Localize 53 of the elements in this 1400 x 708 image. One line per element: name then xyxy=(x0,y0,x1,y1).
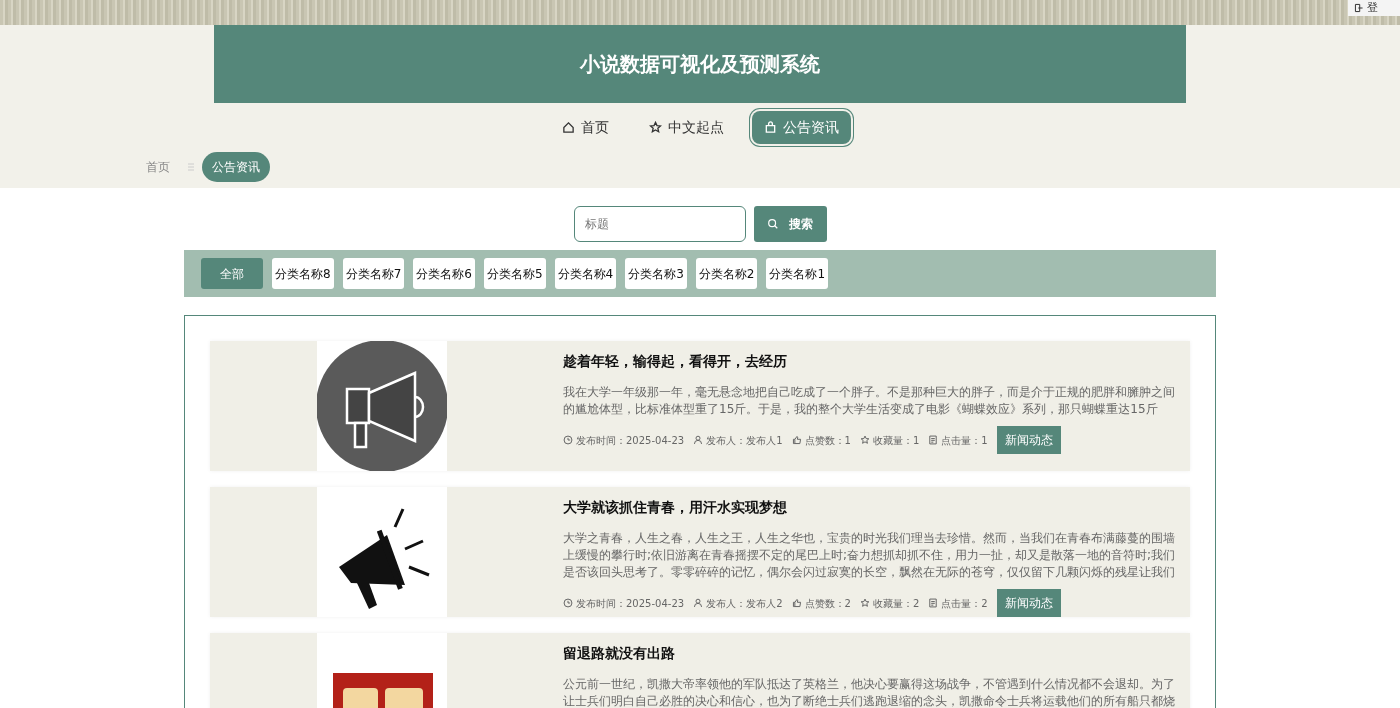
user-icon xyxy=(693,598,704,608)
user-icon xyxy=(693,435,704,445)
bag-icon xyxy=(763,121,777,134)
star-icon xyxy=(859,435,870,445)
login-button[interactable]: 登 xyxy=(1348,0,1400,16)
news-card[interactable] xyxy=(210,487,1190,617)
site-header: 小说数据可视化及预测系统 xyxy=(214,25,1186,103)
category-tab[interactable]: 全部 xyxy=(201,258,263,289)
meta-text: 点击量：1 xyxy=(941,433,988,448)
document-icon xyxy=(928,598,939,608)
category-tag: 新闻动态 xyxy=(996,589,1061,617)
clock-icon xyxy=(563,598,573,608)
search-button[interactable]: 搜索 xyxy=(753,206,827,242)
thumbs-up-icon xyxy=(791,598,802,608)
news-summary: 大学之青春，人生之春，人生之王，人生之华也，宝贵的时光我们理当去珍惜。然而，当我们在青春布满藤蔓的围墙上缓慢的攀行时;依旧游离在青春摇摆不定的尾巴上时;奋力想抓却抓不住，用力一扯，却又是散落一地的音符时;我们是否该回头思考了。零零碎碎的记忆，偶尔会闪过寂寞的长空，飘然在无际的苍穹，仅仅留下几颗闪烁的残星让我们 xyxy=(563,530,1177,581)
category-tab[interactable]: 分类名称5 xyxy=(483,258,546,289)
star-icon xyxy=(648,121,662,134)
category-tab[interactable]: 分类名称1 xyxy=(766,258,829,289)
door-icon xyxy=(1354,3,1364,13)
search-field[interactable]: 标题 xyxy=(573,206,746,242)
meta-text: 收藏量：1 xyxy=(872,433,920,448)
home-icon xyxy=(561,121,575,134)
news-title[interactable]: 大学就该抓住青春，用汗水实现梦想 xyxy=(563,497,1180,518)
star-icon xyxy=(859,598,870,608)
search-icon xyxy=(767,218,779,230)
nav-tab[interactable]: 公告资讯 xyxy=(751,111,851,144)
category-tab[interactable]: 分类名称3 xyxy=(625,258,687,289)
category-tab[interactable]: 分类名称8 xyxy=(272,258,334,289)
meta-text: 点击量：2 xyxy=(941,596,988,611)
news-card[interactable]: 留退路就没有出路 公元前一世纪，凯撒大帝率领他的军队抵达了英格兰，他决心要赢得这场战争，不管遇到什么情况都不会退却。为了让士兵们明白自己必胜的决心和信心，也为了断绝士兵们逃跑退缩的念头，凯撒命令士兵将运载他们的所有船只都烧 xyxy=(210,633,1190,708)
clock-icon xyxy=(563,435,573,445)
nav-tab[interactable]: 中文起点 xyxy=(636,111,736,144)
category-tab[interactable]: 分类名称7 xyxy=(342,258,405,289)
document-icon xyxy=(928,435,939,445)
meta-text: 发布时间：2025-04-23 xyxy=(576,433,685,448)
meta-text: 发布时间：2025-04-23 xyxy=(576,596,685,611)
meta-text: 点赞数：1 xyxy=(804,433,851,448)
news-card[interactable]: 趁着年轻，输得起，看得开，去经历 我在大学一年级那一年，毫无悬念地把自己吃成了一个胖子。不是那种巨大的胖子，而是介于正规的肥胖和臃肿之间的尴尬体型，比标准体型重了15斤。于是，我的整个大学生活变成了电影《蝴蝶效应》系列，那只蝴蝶重达15斤 发布时间：2025-04-23 发布人：发布人1 点赞数：1 收藏量：1 点击量：1 新闻动态 xyxy=(210,341,1190,471)
news-summary: 公元前一世纪，凯撒大帝率领他的军队抵达了英格兰，他决心要赢得这场战争，不管遇到什么情况都不会退却。为了让士兵们明白自己必胜的决心和信心，也为了断绝士兵们逃跑退缩的念头，凯撒命令士兵将运载他们的所有船只都烧 xyxy=(563,676,1176,708)
news-title[interactable]: 留退路就没有出路 xyxy=(563,643,1180,664)
meta-text: 发布人：发布人1 xyxy=(706,433,783,448)
category-tab[interactable]: 分类名称4 xyxy=(554,258,617,289)
meta-text: 点赞数：2 xyxy=(804,596,851,611)
news-summary: 我在大学一年级那一年，毫无悬念地把自己吃成了一个胖子。不是那种巨大的胖子，而是介于正规的肥胖和臃肿之间的尴尬体型，比标准体型重了15斤。于是，我的整个大学生活变成了电影《蝴蝶效应》系列，那只蝴蝶重达15斤 xyxy=(563,384,1176,418)
category-tab[interactable]: 分类名称2 xyxy=(695,258,758,289)
news-title[interactable]: 趁着年轻，输得起，看得开，去经历 xyxy=(563,351,1180,372)
breadcrumb-link[interactable]: 公告资讯 xyxy=(202,152,270,182)
category-tag: 新闻动态 xyxy=(996,426,1061,454)
nav-tab[interactable]: 首页 xyxy=(549,111,621,144)
category-tab[interactable]: 分类名称6 xyxy=(413,258,475,289)
thumbs-up-icon xyxy=(791,435,802,445)
meta-text: 收藏量：2 xyxy=(872,596,920,611)
meta-text: 发布人：发布人2 xyxy=(706,596,783,611)
